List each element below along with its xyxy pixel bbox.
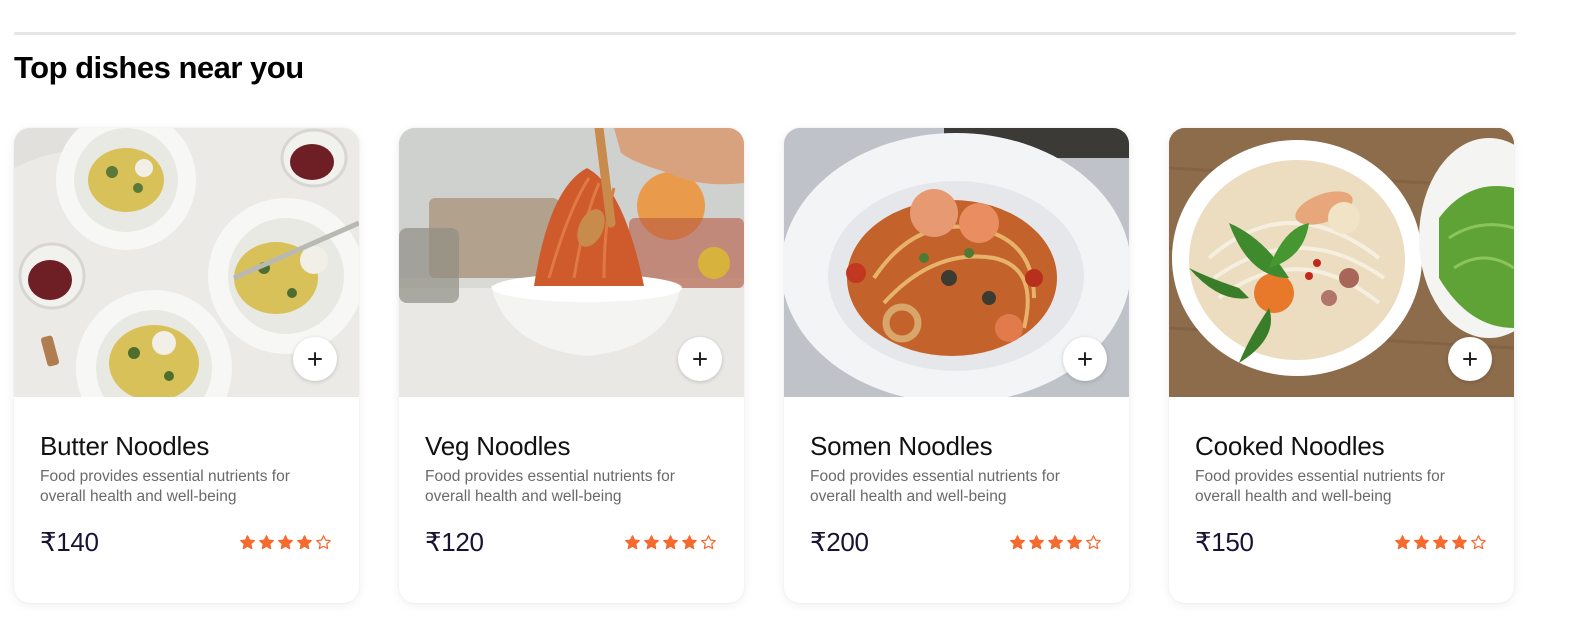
- dish-image: [399, 128, 744, 397]
- dish-description: Food provides essential nutrients for ov…: [810, 468, 1060, 505]
- rating-stars: [1009, 534, 1102, 551]
- plus-icon: [308, 352, 322, 366]
- star-filled-icon: [644, 535, 659, 550]
- dish-image: [784, 128, 1129, 397]
- star-filled-icon: [240, 535, 255, 550]
- rating-stars: [624, 534, 717, 551]
- star-filled-icon: [297, 535, 312, 550]
- star-filled-icon: [1010, 535, 1025, 550]
- plus-icon: [693, 352, 707, 366]
- add-to-cart-button[interactable]: [1063, 337, 1107, 381]
- star-filled-icon: [625, 535, 640, 550]
- dish-description: Food provides essential nutrients for ov…: [425, 468, 675, 505]
- star-outline-icon: [1086, 535, 1101, 550]
- dish-price: ₹140: [40, 527, 99, 557]
- star-filled-icon: [278, 535, 293, 550]
- plus-icon: [1463, 352, 1477, 366]
- star-filled-icon: [1029, 535, 1044, 550]
- dish-name: Somen Noodles: [810, 431, 993, 461]
- add-to-cart-button[interactable]: [293, 337, 337, 381]
- star-filled-icon: [663, 535, 678, 550]
- dish-name: Butter Noodles: [40, 431, 210, 461]
- dish-card[interactable]: Butter Noodles Food provides essential n…: [14, 128, 359, 603]
- star-filled-icon: [682, 535, 697, 550]
- star-filled-icon: [1395, 535, 1410, 550]
- dish-name: Cooked Noodles: [1195, 431, 1385, 461]
- rating-stars: [239, 534, 332, 551]
- dish-image: [1169, 128, 1514, 397]
- dish-card-list: Butter Noodles Food provides essential n…: [14, 128, 1514, 603]
- dish-card[interactable]: Somen Noodles Food provides essential nu…: [784, 128, 1129, 603]
- dish-description: Food provides essential nutrients for ov…: [1195, 468, 1445, 505]
- dish-card[interactable]: Cooked Noodles Food provides essential n…: [1169, 128, 1514, 603]
- star-outline-icon: [316, 535, 331, 550]
- dish-price: ₹120: [425, 527, 484, 557]
- star-filled-icon: [1414, 535, 1429, 550]
- star-filled-icon: [1067, 535, 1082, 550]
- dish-description: Food provides essential nutrients for ov…: [40, 468, 290, 505]
- star-outline-icon: [1471, 535, 1486, 550]
- dish-image: [14, 128, 359, 397]
- dish-price: ₹200: [810, 527, 869, 557]
- dish-card[interactable]: Veg Noodles Food provides essential nutr…: [399, 128, 744, 603]
- plus-icon: [1078, 352, 1092, 366]
- star-filled-icon: [1452, 535, 1467, 550]
- add-to-cart-button[interactable]: [1448, 337, 1492, 381]
- star-filled-icon: [1433, 535, 1448, 550]
- star-filled-icon: [259, 535, 274, 550]
- rating-stars: [1394, 534, 1487, 551]
- star-filled-icon: [1048, 535, 1063, 550]
- dish-name: Veg Noodles: [425, 431, 571, 461]
- dish-price: ₹150: [1195, 527, 1254, 557]
- star-outline-icon: [701, 535, 716, 550]
- section-title: Top dishes near you: [14, 50, 304, 85]
- add-to-cart-button[interactable]: [678, 337, 722, 381]
- section-divider: [14, 32, 1516, 35]
